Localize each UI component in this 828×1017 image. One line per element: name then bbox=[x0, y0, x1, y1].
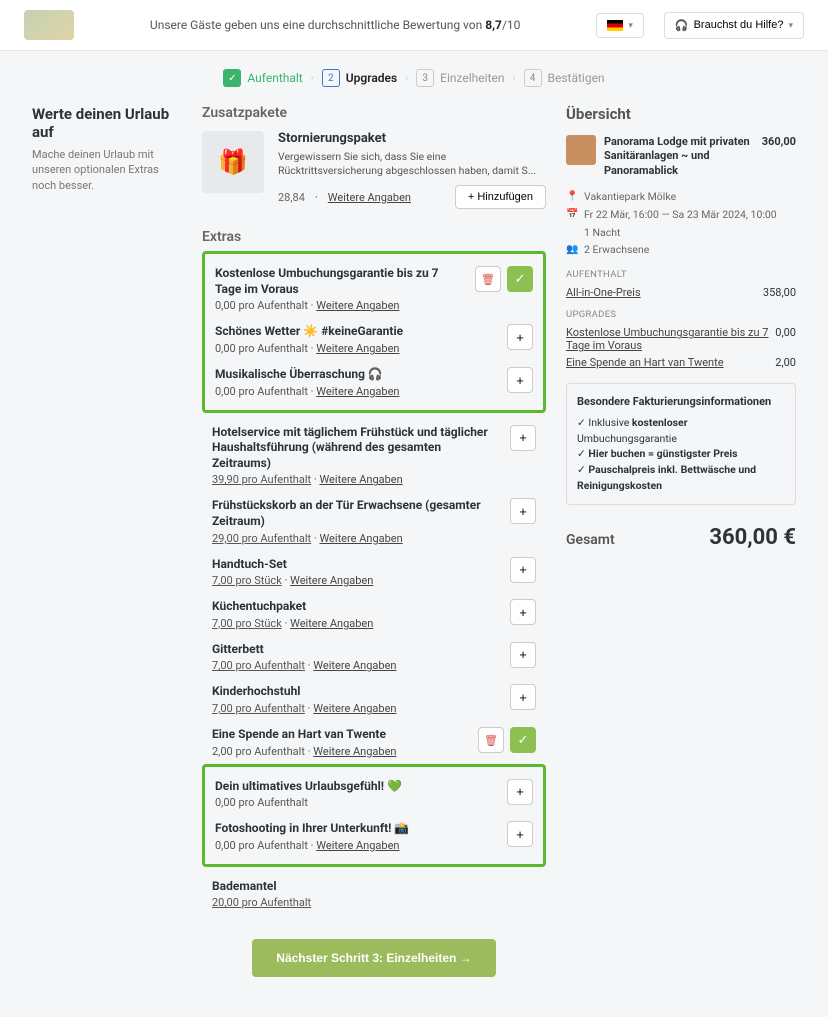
booking-steps: ✓Aufenthalt›2Upgrades›3Einzelheiten›4Bes… bbox=[0, 51, 828, 105]
room-thumb bbox=[566, 135, 596, 165]
step-1[interactable]: ✓Aufenthalt bbox=[223, 69, 302, 87]
overview-title: Übersicht bbox=[566, 105, 796, 123]
extra-item: Dein ultimatives Urlaubsgefühl! 💚0,00 pr… bbox=[215, 773, 533, 816]
overview-panel: Übersicht Panorama Lodge mit privaten Sa… bbox=[566, 105, 796, 550]
step-2[interactable]: 2Upgrades bbox=[322, 69, 397, 87]
extra-item: Eine Spende an Hart van Twente 2,00 pro … bbox=[202, 721, 546, 764]
total-value: 360,00 € bbox=[709, 525, 796, 550]
package-more-link[interactable]: Weitere Angaben bbox=[328, 191, 411, 204]
package-title: Stornierungspaket bbox=[278, 131, 546, 146]
chevron-down-icon: ▾ bbox=[788, 20, 793, 31]
extra-selected-button[interactable]: ✓ bbox=[507, 266, 533, 292]
extra-more-link[interactable]: Weitere Angaben bbox=[313, 702, 396, 715]
flag-de-icon bbox=[607, 20, 623, 31]
overview-line: Kostenlose Umbuchungsgarantie bis zu 7 T… bbox=[566, 324, 796, 354]
add-extra-button[interactable]: + bbox=[510, 425, 536, 451]
remove-extra-button[interactable]: 🗑 bbox=[478, 727, 504, 753]
extra-more-link[interactable]: Weitere Angaben bbox=[316, 299, 399, 312]
add-extra-button[interactable]: + bbox=[507, 779, 533, 805]
room-price: 360,00 bbox=[762, 135, 796, 178]
guests-icon: 👥 bbox=[566, 241, 578, 258]
extra-more-link[interactable]: Weitere Angaben bbox=[313, 745, 396, 758]
package-card: 🎁 Stornierungspaket Vergewissern Sie sic… bbox=[202, 131, 546, 209]
step-4[interactable]: 4Bestätigen bbox=[524, 69, 605, 87]
site-logo[interactable] bbox=[24, 10, 74, 40]
extra-item: Fotoshooting in Ihrer Unterkunft! 📸0,00 … bbox=[215, 815, 533, 858]
add-extra-button[interactable]: + bbox=[507, 367, 533, 393]
extras-heading: Extras bbox=[202, 229, 546, 245]
extra-item: Hotelservice mit täglichem Frühstück und… bbox=[202, 419, 546, 493]
extra-more-link[interactable]: Weitere Angaben bbox=[313, 659, 396, 672]
extra-more-link[interactable]: Weitere Angaben bbox=[316, 342, 399, 355]
extra-more-link[interactable]: Weitere Angaben bbox=[319, 473, 402, 486]
room-name: Panorama Lodge mit privaten Sanitäranlag… bbox=[604, 135, 754, 178]
extra-item: Schönes Wetter ☀️ #keineGarantie0,00 pro… bbox=[215, 318, 533, 361]
add-extra-button[interactable]: + bbox=[510, 498, 536, 524]
rating-text: Unsere Gäste geben uns eine durchschnitt… bbox=[94, 18, 576, 32]
top-bar: Unsere Gäste geben uns eine durchschnitt… bbox=[0, 0, 828, 51]
add-extra-button[interactable]: + bbox=[507, 324, 533, 350]
extra-more-link[interactable]: Weitere Angaben bbox=[316, 839, 399, 852]
add-package-button[interactable]: + Hinzufügen bbox=[455, 185, 546, 209]
headset-icon: 🎧 bbox=[675, 19, 689, 32]
extra-more-link[interactable]: Weitere Angaben bbox=[290, 617, 373, 630]
add-extra-button[interactable]: + bbox=[510, 684, 536, 710]
extra-selected-button[interactable]: ✓ bbox=[510, 727, 536, 753]
packages-heading: Zusatzpakete bbox=[202, 105, 546, 121]
extra-item: Kostenlose Umbuchungsgarantie bis zu 7 T… bbox=[215, 260, 533, 318]
overview-line: Eine Spende an Hart van Twente2,00 bbox=[566, 354, 796, 371]
upsell-title: Werte deinen Urlaub auf bbox=[32, 105, 182, 141]
extra-item: Kinderhochstuhl7,00 pro Aufenthalt · Wei… bbox=[202, 678, 546, 721]
extra-more-link[interactable]: Weitere Angaben bbox=[319, 532, 402, 545]
add-extra-button[interactable]: + bbox=[510, 599, 536, 625]
upsell-intro: Werte deinen Urlaub auf Mache deinen Url… bbox=[32, 105, 182, 193]
total-label: Gesamt bbox=[566, 532, 615, 548]
add-extra-button[interactable]: + bbox=[510, 557, 536, 583]
extra-item: Handtuch-Set7,00 pro Stück · Weitere Ang… bbox=[202, 551, 546, 594]
extra-item: Bademantel 20,00 pro Aufenthalt bbox=[202, 873, 546, 916]
add-extra-button[interactable]: + bbox=[507, 821, 533, 847]
chevron-down-icon: ▾ bbox=[628, 20, 633, 31]
calendar-icon: 📅 bbox=[566, 206, 578, 223]
extra-more-link[interactable]: Weitere Angaben bbox=[316, 385, 399, 398]
package-desc: Vergewissern Sie sich, dass Sie eine Rüc… bbox=[278, 150, 546, 177]
extra-more-link[interactable]: Weitere Angaben bbox=[290, 574, 373, 587]
gift-icon: 🎁 bbox=[202, 131, 264, 193]
step-3[interactable]: 3Einzelheiten bbox=[416, 69, 504, 87]
extra-item: Frühstückskorb an der Tür Erwachsene (ge… bbox=[202, 492, 546, 550]
upsell-desc: Mache deinen Urlaub mit unseren optional… bbox=[32, 147, 182, 193]
package-price: 28,84 bbox=[278, 191, 305, 204]
remove-extra-button[interactable]: 🗑 bbox=[475, 266, 501, 292]
extra-item: Musikalische Überraschung 🎧0,00 pro Aufe… bbox=[215, 361, 533, 404]
extra-item: Gitterbett7,00 pro Aufenthalt · Weitere … bbox=[202, 636, 546, 679]
extra-item: Küchentuchpaket7,00 pro Stück · Weitere … bbox=[202, 593, 546, 636]
add-extra-button[interactable]: + bbox=[510, 642, 536, 668]
next-step-button[interactable]: Nächster Schritt 3: Einzelheiten → bbox=[252, 939, 495, 977]
pin-icon: 📍 bbox=[566, 188, 578, 205]
overview-line: All-in-One-Preis 358,00 bbox=[566, 284, 796, 301]
language-selector[interactable]: ▾ bbox=[596, 13, 644, 38]
free-extras-group: Kostenlose Umbuchungsgarantie bis zu 7 T… bbox=[202, 251, 546, 412]
billing-info-box: Besondere Fakturierungsinformationen Ink… bbox=[566, 383, 796, 504]
help-button[interactable]: 🎧 Brauchst du Hilfe? ▾ bbox=[664, 12, 804, 39]
free-extras-group-2: Dein ultimatives Urlaubsgefühl! 💚0,00 pr… bbox=[202, 764, 546, 867]
